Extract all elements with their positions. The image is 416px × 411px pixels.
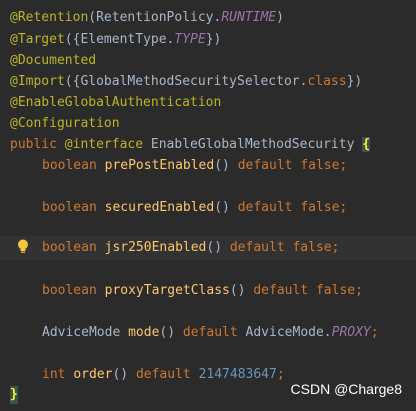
paren: }) bbox=[205, 32, 222, 47]
annotation: @Configuration bbox=[10, 116, 120, 131]
code-line-import[interactable]: @Import({GlobalMethodSecuritySelector.cl… bbox=[10, 72, 362, 92]
class-ref: GlobalMethodSecuritySelector. bbox=[80, 74, 308, 89]
annotation: @EnableGlobalAuthentication bbox=[10, 95, 222, 110]
annotation: @Import bbox=[10, 74, 65, 89]
keyword: class bbox=[307, 74, 347, 89]
semicolon: ; bbox=[276, 367, 285, 382]
method-name: order bbox=[73, 367, 113, 382]
keyword: default bbox=[229, 240, 285, 255]
code-line-documented[interactable]: @Documented bbox=[10, 51, 96, 71]
code-line-order[interactable]: int order() default 2147483647; bbox=[42, 365, 285, 385]
keyword: default bbox=[253, 283, 309, 298]
class-ref: ElementType. bbox=[80, 32, 175, 47]
method-name: prePostEnabled bbox=[104, 158, 215, 173]
code-line-enable-global-auth[interactable]: @EnableGlobalAuthentication bbox=[10, 93, 221, 113]
keyword: public bbox=[10, 137, 57, 152]
paren: ({ bbox=[64, 32, 81, 47]
code-line-jsr250[interactable]: boolean jsr250Enabled() default false; bbox=[42, 238, 339, 258]
keyword: default bbox=[237, 200, 293, 215]
class-ref: RetentionPolicy. bbox=[96, 10, 222, 25]
keyword: default bbox=[237, 158, 293, 173]
paren: ({ bbox=[64, 74, 81, 89]
semicolon: ; bbox=[355, 283, 363, 298]
code-line-retention[interactable]: @Retention(RetentionPolicy.RUNTIME) bbox=[10, 8, 284, 28]
code-line-close[interactable]: } bbox=[10, 385, 18, 405]
code-line-target[interactable]: @Target({ElementType.TYPE}) bbox=[10, 30, 221, 50]
code-line-interface-decl[interactable]: public @interface EnableGlobalMethodSecu… bbox=[10, 135, 371, 155]
code-editor[interactable]: @Retention(RetentionPolicy.RUNTIME) @Tar… bbox=[0, 0, 416, 411]
keyword: default bbox=[135, 367, 191, 382]
constant: TYPE bbox=[174, 32, 206, 47]
semicolon: ; bbox=[339, 158, 348, 173]
code-line-mode[interactable]: AdviceMode mode() default AdviceMode.PRO… bbox=[42, 323, 379, 343]
semicolon: ; bbox=[370, 325, 379, 340]
code-line-secured[interactable]: boolean securedEnabled() default false; bbox=[42, 198, 347, 218]
annotation: @Target bbox=[10, 32, 65, 47]
method-name: mode bbox=[128, 325, 160, 340]
keyword: default bbox=[182, 325, 238, 340]
annotation: @interface bbox=[64, 137, 144, 152]
annotation: @Retention bbox=[10, 10, 89, 25]
parens: () bbox=[206, 240, 223, 255]
value: false bbox=[300, 158, 340, 173]
matched-brace: { bbox=[362, 137, 371, 152]
class-ref: AdviceMode. bbox=[245, 325, 332, 340]
code-line-prepost[interactable]: boolean prePostEnabled() default false; bbox=[42, 156, 347, 176]
method-name: jsr250Enabled bbox=[104, 240, 207, 255]
parens: () bbox=[229, 283, 246, 298]
watermark: CSDN @Charge8 bbox=[290, 381, 402, 397]
type: AdviceMode bbox=[42, 325, 121, 340]
value: false bbox=[292, 240, 332, 255]
annotation: @Documented bbox=[10, 53, 97, 68]
parens: () bbox=[214, 158, 230, 173]
method-name: securedEnabled bbox=[104, 200, 215, 215]
semicolon: ; bbox=[339, 200, 348, 215]
parens: () bbox=[159, 325, 176, 340]
interface-name: EnableGlobalMethodSecurity bbox=[143, 137, 363, 152]
paren: ) bbox=[276, 10, 284, 25]
type: boolean bbox=[42, 158, 97, 173]
parens: () bbox=[112, 367, 129, 382]
value: false bbox=[315, 283, 356, 298]
number: 2147483647 bbox=[198, 367, 277, 382]
type: boolean bbox=[42, 200, 97, 215]
lightbulb-icon[interactable] bbox=[17, 239, 29, 255]
method-name: proxyTargetClass bbox=[104, 283, 230, 298]
type: int bbox=[42, 367, 66, 382]
paren: }) bbox=[346, 74, 363, 89]
paren: ( bbox=[88, 10, 97, 25]
code-line-configuration[interactable]: @Configuration bbox=[10, 114, 120, 134]
value: false bbox=[300, 200, 340, 215]
semicolon: ; bbox=[331, 240, 340, 255]
type: boolean bbox=[42, 283, 97, 298]
constant: PROXY bbox=[331, 325, 371, 340]
code-line-proxy-target[interactable]: boolean proxyTargetClass() default false… bbox=[42, 281, 363, 301]
parens: () bbox=[214, 200, 230, 215]
constant: RUNTIME bbox=[221, 10, 277, 25]
matched-brace: } bbox=[10, 387, 18, 402]
type: boolean bbox=[42, 240, 97, 255]
